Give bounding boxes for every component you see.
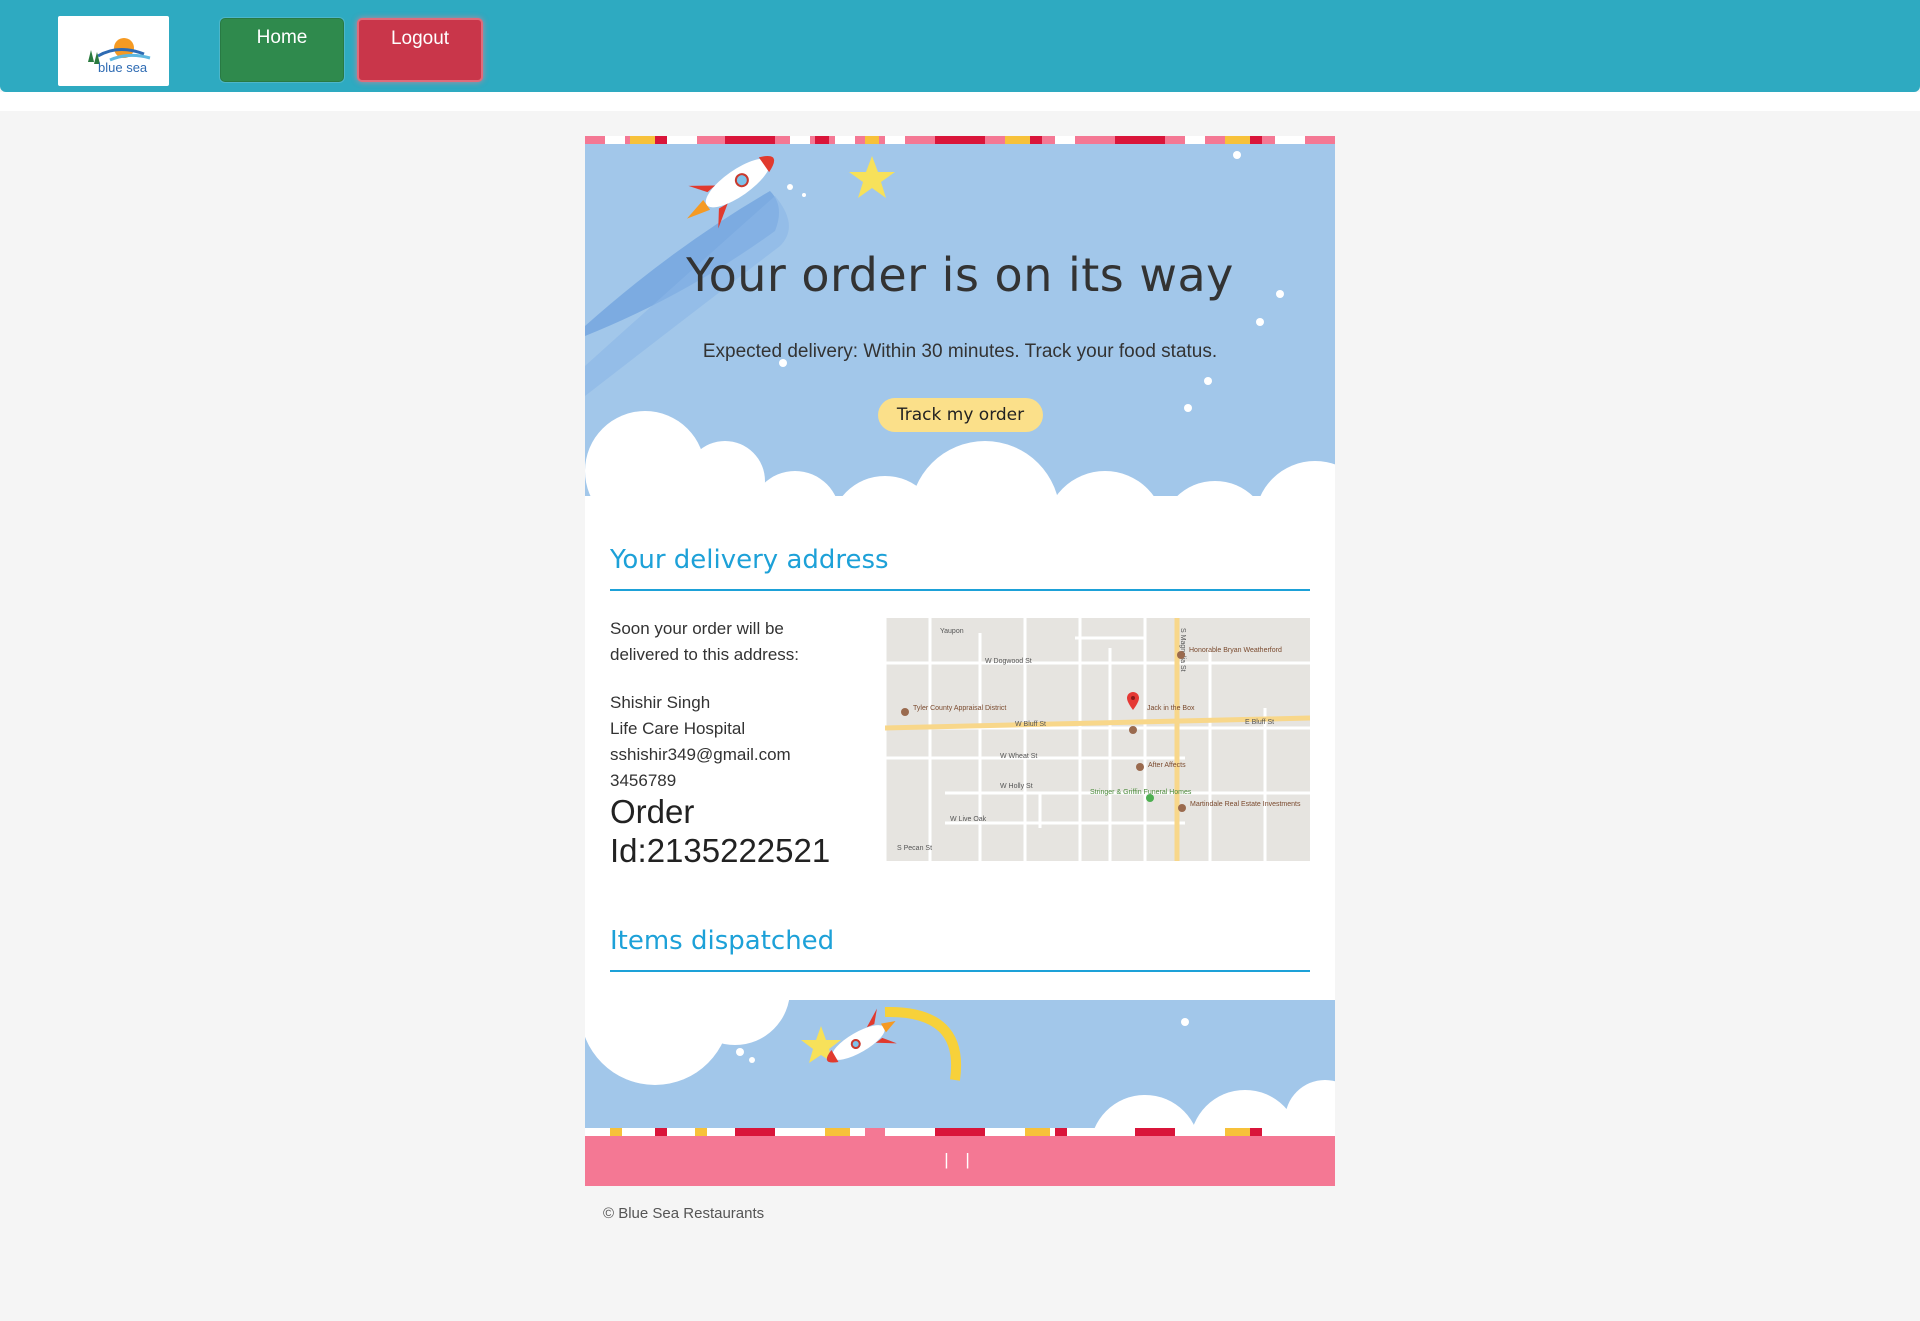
map-street-label: S Magnolia St bbox=[1179, 628, 1186, 672]
hero-banner: Your order is on its way Expected delive… bbox=[585, 136, 1335, 530]
hero-title: Your order is on its way bbox=[686, 248, 1234, 302]
logo-icon: blue sea bbox=[88, 38, 151, 75]
map-street-label: W Wheat St bbox=[1000, 753, 1037, 760]
map-street-label: E Bluff St bbox=[1245, 719, 1274, 726]
map-place-label: Martindale Real Estate Investments bbox=[1190, 801, 1301, 808]
delivery-address-heading: Your delivery address bbox=[610, 545, 1310, 591]
map-street-label: Yaupon bbox=[940, 628, 964, 635]
map-place-label: Stringer & Griffin Funeral Homes bbox=[1090, 789, 1192, 796]
star-icon bbox=[849, 156, 895, 198]
map-graphic: Yaupon W Dogwood St W Bluff St E Bluff S… bbox=[885, 618, 1310, 861]
navbar-divider bbox=[0, 92, 1920, 111]
customer-phone: 3456789 bbox=[610, 771, 677, 790]
map-place-label: Honorable Bryan Weatherford bbox=[1189, 647, 1282, 654]
items-dispatched-heading: Items dispatched bbox=[610, 926, 1310, 972]
brand-logo[interactable]: blue sea bbox=[58, 16, 169, 86]
footer-scene-graphic bbox=[585, 1000, 1335, 1136]
logo-text: blue sea bbox=[98, 60, 148, 75]
map-street-label: S Pecan St bbox=[897, 845, 932, 852]
customer-name: Shishir Singh bbox=[610, 693, 711, 712]
map-place-label: Tyler County Appraisal District bbox=[913, 705, 1006, 712]
footer-illustration bbox=[585, 1000, 1335, 1136]
delivery-intro-text: Soon your order will be delivered to thi… bbox=[610, 619, 799, 664]
footer-bar: | | bbox=[585, 1136, 1335, 1186]
delivery-map[interactable]: Yaupon W Dogwood St W Bluff St E Bluff S… bbox=[885, 618, 1310, 861]
home-button[interactable]: Home bbox=[220, 18, 344, 82]
logout-button[interactable]: Logout bbox=[357, 18, 483, 82]
top-navbar: blue sea Home Logout bbox=[0, 0, 1920, 92]
map-street-label: W Bluff St bbox=[1015, 721, 1046, 728]
order-email-card: Your order is on its way Expected delive… bbox=[585, 136, 1335, 1186]
delivery-address-block: Shishir Singh Life Care Hospital sshishi… bbox=[610, 690, 870, 794]
customer-email: sshishir349@gmail.com bbox=[610, 745, 791, 764]
copyright-text: © Blue Sea Restaurants bbox=[603, 1205, 765, 1222]
order-id: Order Id:2135222521 bbox=[610, 793, 831, 869]
map-street-label: W Dogwood St bbox=[985, 658, 1032, 665]
map-street-label: W Live Oak bbox=[950, 816, 987, 823]
map-place-label: After Affects bbox=[1148, 762, 1186, 769]
customer-place: Life Care Hospital bbox=[610, 719, 746, 738]
decorative-stripe-bottom bbox=[585, 1128, 1335, 1136]
hero-illustration bbox=[585, 151, 1335, 530]
footer-links[interactable]: | | bbox=[585, 1150, 1335, 1170]
hero-subtitle: Expected delivery: Within 30 minutes. Tr… bbox=[702, 341, 1218, 362]
track-order-button[interactable]: Track my order bbox=[878, 398, 1043, 432]
map-place-label: Jack in the Box bbox=[1147, 705, 1195, 712]
map-street-label: W Holly St bbox=[1000, 783, 1033, 790]
